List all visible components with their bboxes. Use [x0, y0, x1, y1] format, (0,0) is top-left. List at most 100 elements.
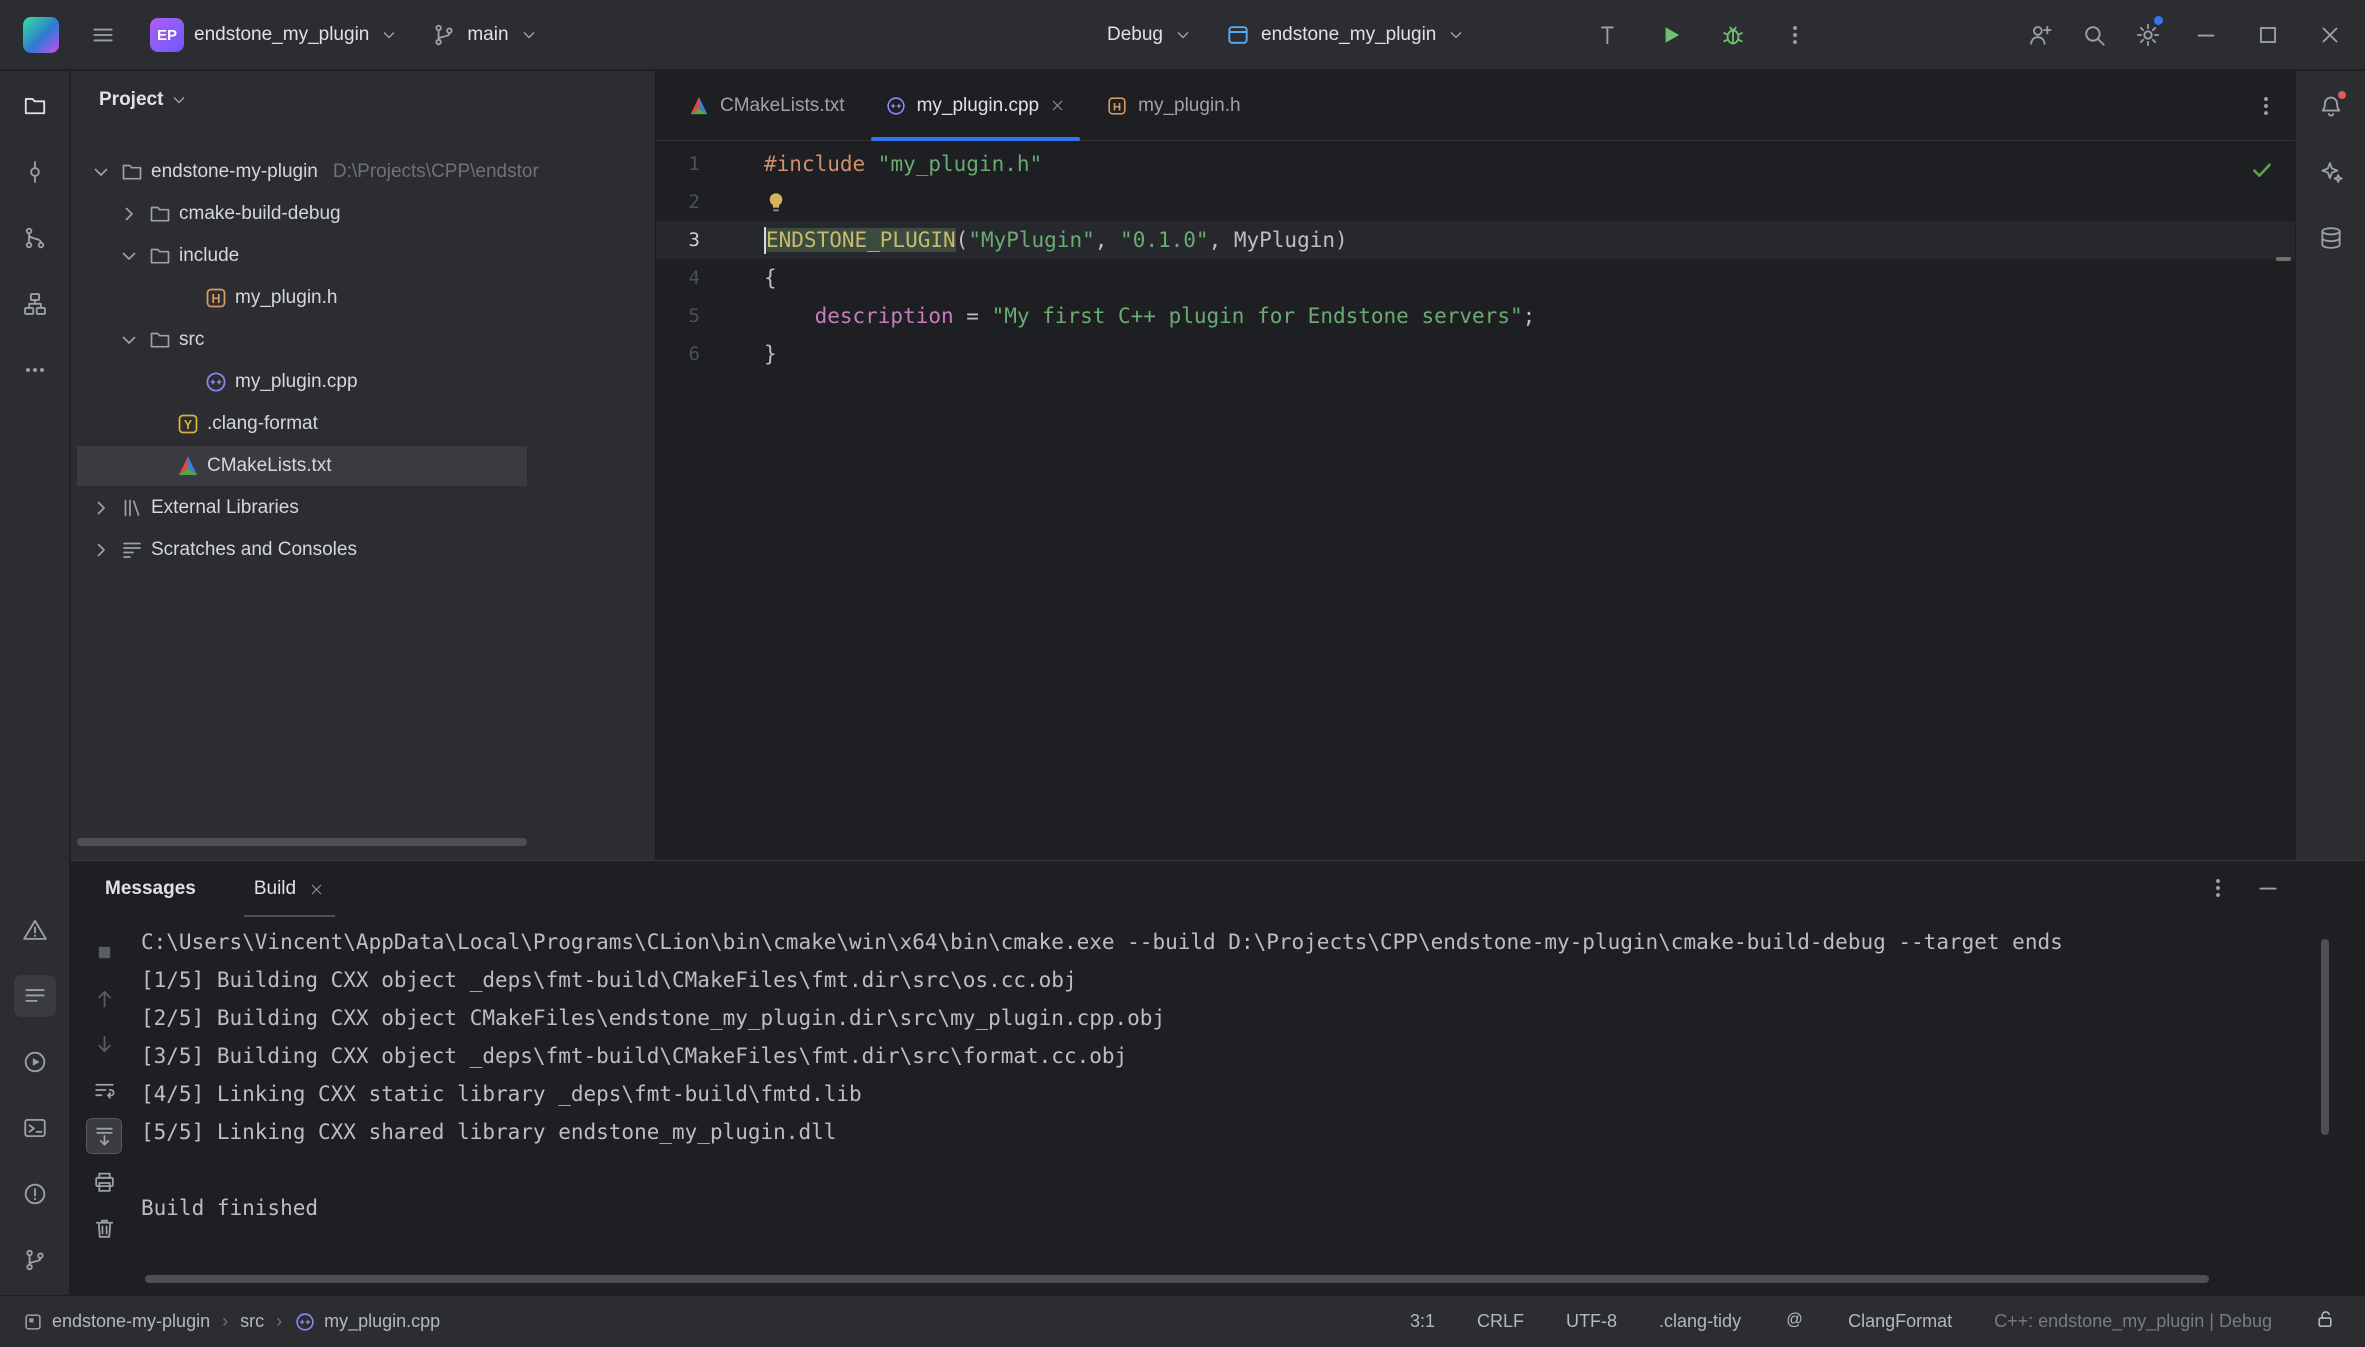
problems-icon	[22, 917, 48, 943]
project-panel-header[interactable]: Project	[71, 71, 655, 129]
debug-mode-selector[interactable]: Debug	[1095, 16, 1205, 54]
tree-item-clang-format[interactable]: Y .clang-format	[71, 403, 655, 445]
soft-wrap-button[interactable]	[87, 1073, 121, 1107]
tree-item-scratches-and-consoles[interactable]: Scratches and Consoles	[71, 529, 655, 571]
more-run-actions-button[interactable]	[1768, 0, 1822, 70]
titlebar: EP endstone_my_plugin main Debug endston…	[0, 0, 2365, 70]
tool-stripe-inspection-results[interactable]	[14, 1173, 56, 1215]
horizontal-scrollbar-thumb[interactable]	[145, 1275, 2209, 1283]
scroll-to-end-button[interactable]	[86, 1118, 122, 1154]
code-with-me-button[interactable]	[2013, 0, 2067, 70]
build-tab[interactable]: Build	[243, 861, 336, 917]
inspections-ok-icon[interactable]	[2249, 157, 2275, 183]
status-caret-position[interactable]: 3:1	[1410, 1311, 1435, 1332]
tool-stripe-problems[interactable]	[14, 909, 56, 951]
hide-panel-icon[interactable]	[2255, 875, 2281, 901]
code-editor[interactable]: 1 #include "my_plugin.h" 2 3 ENDSTONE_PLUGIN…	[656, 141, 2295, 860]
tool-stripe-structure[interactable]	[14, 283, 56, 325]
window-minimize-button[interactable]	[2175, 0, 2237, 70]
tree-item-include[interactable]: include	[71, 235, 655, 277]
window-maximize-button[interactable]	[2237, 0, 2299, 70]
main-menu-button[interactable]	[76, 0, 130, 70]
build-console[interactable]: C:\Users\Vincent\AppData\Local\Programs\…	[141, 923, 2325, 1269]
chevron-down-icon[interactable]	[89, 160, 113, 184]
status-encoding[interactable]: UTF-8	[1566, 1311, 1617, 1332]
line-number[interactable]: 1	[656, 153, 708, 175]
code-line-2[interactable]: 2	[656, 183, 2295, 221]
run-config-selector[interactable]: endstone_my_plugin	[1213, 14, 1478, 56]
tree-item-src[interactable]: src	[71, 319, 655, 361]
left-tool-stripe	[0, 71, 70, 1295]
kebab-icon[interactable]	[2205, 875, 2231, 901]
line-number[interactable]: 2	[656, 191, 708, 213]
chevron-right-icon[interactable]	[89, 496, 113, 520]
breadcrumb-my-plugin-cpp[interactable]: my_plugin.cpp	[294, 1311, 440, 1333]
status-inspection-profile[interactable]: @	[1783, 1308, 1806, 1336]
status-clang-tidy[interactable]: .clang-tidy	[1659, 1311, 1741, 1332]
breadcrumb-src[interactable]: src	[240, 1311, 264, 1332]
status-resolve-context[interactable]: C++: endstone_my_plugin | Debug	[1994, 1311, 2272, 1332]
code-line-6[interactable]: 6}	[656, 335, 2295, 373]
tool-stripe-messages[interactable]	[13, 975, 56, 1017]
intention-bulb-icon[interactable]	[764, 190, 788, 214]
tool-stripe-git[interactable]	[14, 1239, 56, 1281]
app-logo-button[interactable]	[14, 0, 68, 70]
tree-item-my-plugin-cpp[interactable]: my_plugin.cpp	[71, 361, 655, 403]
editor-tab-cmakelists-txt[interactable]: CMakeLists.txt	[668, 71, 865, 140]
line-number[interactable]: 5	[656, 305, 708, 327]
tree-item-external-libraries[interactable]: External Libraries	[71, 487, 655, 529]
code-line-1[interactable]: 1 #include "my_plugin.h"	[656, 145, 2295, 183]
project-widget[interactable]: EP endstone_my_plugin	[138, 10, 411, 60]
code-line-5[interactable]: 5 description = "My first C++ plugin for…	[656, 297, 2295, 335]
next-message-button[interactable]	[87, 1027, 121, 1061]
vertical-scrollbar-thumb[interactable]	[2321, 939, 2329, 1135]
tab-options-button[interactable]	[2253, 71, 2279, 140]
code-line-4[interactable]: 4{	[656, 259, 2295, 297]
chevron-right-icon[interactable]	[117, 202, 141, 226]
tool-stripe-commit[interactable]	[14, 151, 56, 193]
tool-stripe-ai-assistant[interactable]	[2310, 151, 2352, 193]
window-close-button[interactable]	[2299, 0, 2361, 70]
chevron-down-icon[interactable]	[117, 328, 141, 352]
build-button[interactable]	[1582, 0, 1636, 70]
tool-stripe-services[interactable]	[14, 1041, 56, 1083]
editor-tab-my-plugin-cpp[interactable]: my_plugin.cpp	[865, 71, 1087, 141]
stop-button[interactable]	[87, 935, 121, 969]
tool-stripe-more-tool-windows[interactable]	[14, 349, 56, 391]
tree-item-my-plugin-h[interactable]: Hmy_plugin.h	[71, 277, 655, 319]
build-tab-label: Build	[253, 878, 297, 899]
chevron-right-icon[interactable]	[89, 538, 113, 562]
run-button[interactable]	[1644, 0, 1698, 70]
chevron-down-icon[interactable]	[117, 244, 141, 268]
line-number[interactable]: 3	[656, 229, 708, 251]
close-tab-icon[interactable]	[308, 881, 325, 898]
search-everywhere-button[interactable]	[2067, 0, 2121, 70]
tree-item-cmake-build-debug[interactable]: cmake-build-debug	[71, 193, 655, 235]
horizontal-scrollbar-thumb[interactable]	[77, 838, 527, 846]
line-number[interactable]: 6	[656, 343, 708, 365]
previous-message-button[interactable]	[87, 981, 121, 1015]
tab-close-icon[interactable]	[1049, 97, 1066, 114]
editor-tab-my-plugin-h[interactable]: Hmy_plugin.h	[1086, 71, 1260, 140]
tool-stripe-terminal[interactable]	[14, 1107, 56, 1149]
clear-all-button[interactable]	[87, 1211, 121, 1245]
tree-item-endstone-my-plugin[interactable]: endstone-my-plugin D:\Projects\CPP\endsto…	[71, 151, 655, 193]
tool-stripe-project[interactable]	[14, 85, 56, 127]
code-line-3[interactable]: 3 ENDSTONE_PLUGIN("MyPlugin", "0.1.0", My…	[656, 221, 2295, 259]
status-line-separator[interactable]: CRLF	[1477, 1311, 1524, 1332]
tool-stripe-notifications[interactable]	[2310, 85, 2352, 127]
tool-stripe-pull-requests[interactable]	[14, 217, 56, 259]
line-number[interactable]: 4	[656, 267, 708, 289]
tool-stripe-database[interactable]	[2310, 217, 2352, 259]
breadcrumb-endstone-my-plugin[interactable]: endstone-my-plugin	[22, 1311, 210, 1333]
tree-item-cmakelists-txt[interactable]: CMakeLists.txt	[71, 445, 655, 487]
debug-button[interactable]	[1706, 0, 1760, 70]
export-button[interactable]	[87, 1165, 121, 1199]
status-write-access[interactable]	[2314, 1308, 2337, 1336]
play-icon	[1658, 22, 1684, 48]
status-clang-format[interactable]: ClangFormat	[1848, 1311, 1952, 1332]
vcs-branch-widget[interactable]: main	[419, 14, 550, 56]
settings-button[interactable]	[2121, 0, 2175, 70]
